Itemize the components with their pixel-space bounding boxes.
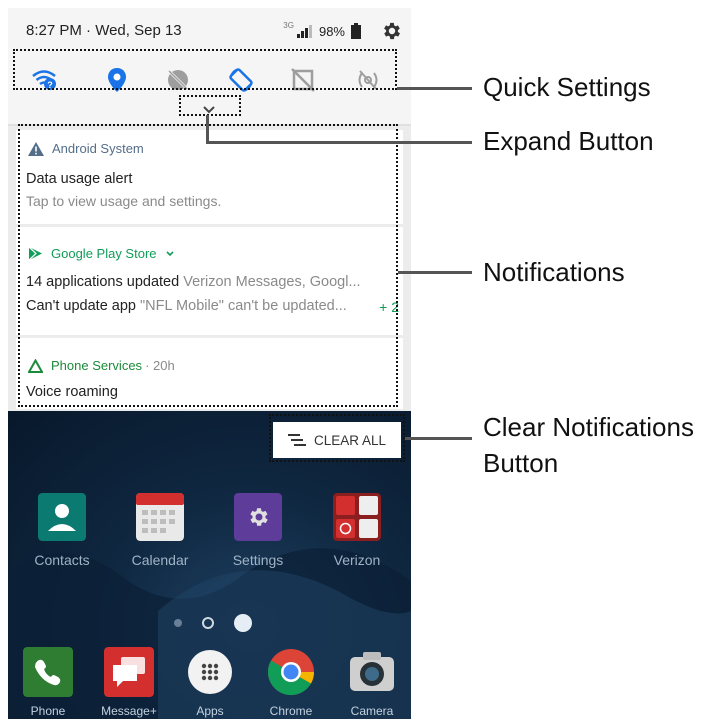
- callout-notifications: Notifications: [483, 257, 625, 287]
- message-plus-icon: [104, 647, 154, 697]
- dock-chrome[interactable]: Chrome: [253, 647, 329, 718]
- dock-camera[interactable]: Camera: [334, 647, 410, 718]
- leader-line-quick-settings: [397, 87, 472, 90]
- callout-expand-button: Expand Button: [483, 126, 654, 156]
- apps-grid-icon: [188, 650, 232, 694]
- dock-message-plus[interactable]: Message+: [91, 647, 167, 718]
- gear-icon[interactable]: [381, 20, 403, 42]
- clear-all-outline: [269, 414, 405, 462]
- network-type: 3G: [283, 20, 294, 30]
- expand-button-outline: [179, 95, 241, 116]
- app-label: Contacts: [34, 552, 90, 568]
- app-label: Calendar: [131, 552, 189, 568]
- app-label: Settings: [232, 552, 284, 568]
- quick-settings-outline: [13, 49, 397, 90]
- leader-line-notifications: [398, 271, 472, 274]
- callout-clear-line-1: Clear Notifications: [483, 412, 694, 442]
- callout-quick-settings: Quick Settings: [483, 72, 651, 102]
- battery-icon: [351, 23, 361, 39]
- notifications-outline: [18, 124, 398, 407]
- dock-label: Apps: [196, 704, 224, 718]
- dock-label: Message+: [101, 704, 157, 718]
- callout-clear-line-2: Button: [483, 448, 559, 478]
- settings-icon: [234, 493, 282, 541]
- dock-phone[interactable]: Phone: [10, 647, 86, 718]
- camera-icon: [350, 652, 394, 691]
- signal-icon: [296, 25, 312, 38]
- verizon-folder-icon: [333, 493, 381, 541]
- status-icons: 3G 98%: [283, 20, 403, 42]
- chrome-icon: [267, 649, 315, 696]
- status-bar: 8:27 PM · Wed, Sep 13 3G 98%: [8, 8, 411, 54]
- contacts-icon: [38, 493, 86, 541]
- dock-label: Chrome: [269, 704, 313, 718]
- dock-apps[interactable]: Apps: [172, 647, 248, 718]
- leader-line-expand-vertical: [206, 115, 209, 143]
- page-indicator: [174, 614, 252, 632]
- battery-percent: 98%: [318, 23, 345, 39]
- dock-label: Phone: [30, 704, 66, 718]
- leader-line-clear-all: [405, 437, 472, 440]
- app-contacts[interactable]: Contacts: [24, 493, 100, 568]
- app-verizon[interactable]: Verizon: [319, 493, 395, 568]
- dock-label: Camera: [350, 704, 394, 718]
- app-settings[interactable]: Settings: [220, 493, 296, 568]
- app-calendar[interactable]: Calendar: [122, 493, 198, 568]
- app-label: Verizon: [333, 552, 381, 568]
- calendar-icon: [136, 493, 184, 541]
- phone-icon: [23, 647, 73, 697]
- status-time-date: 8:27 PM · Wed, Sep 13: [26, 22, 182, 39]
- leader-line-expand: [206, 141, 472, 144]
